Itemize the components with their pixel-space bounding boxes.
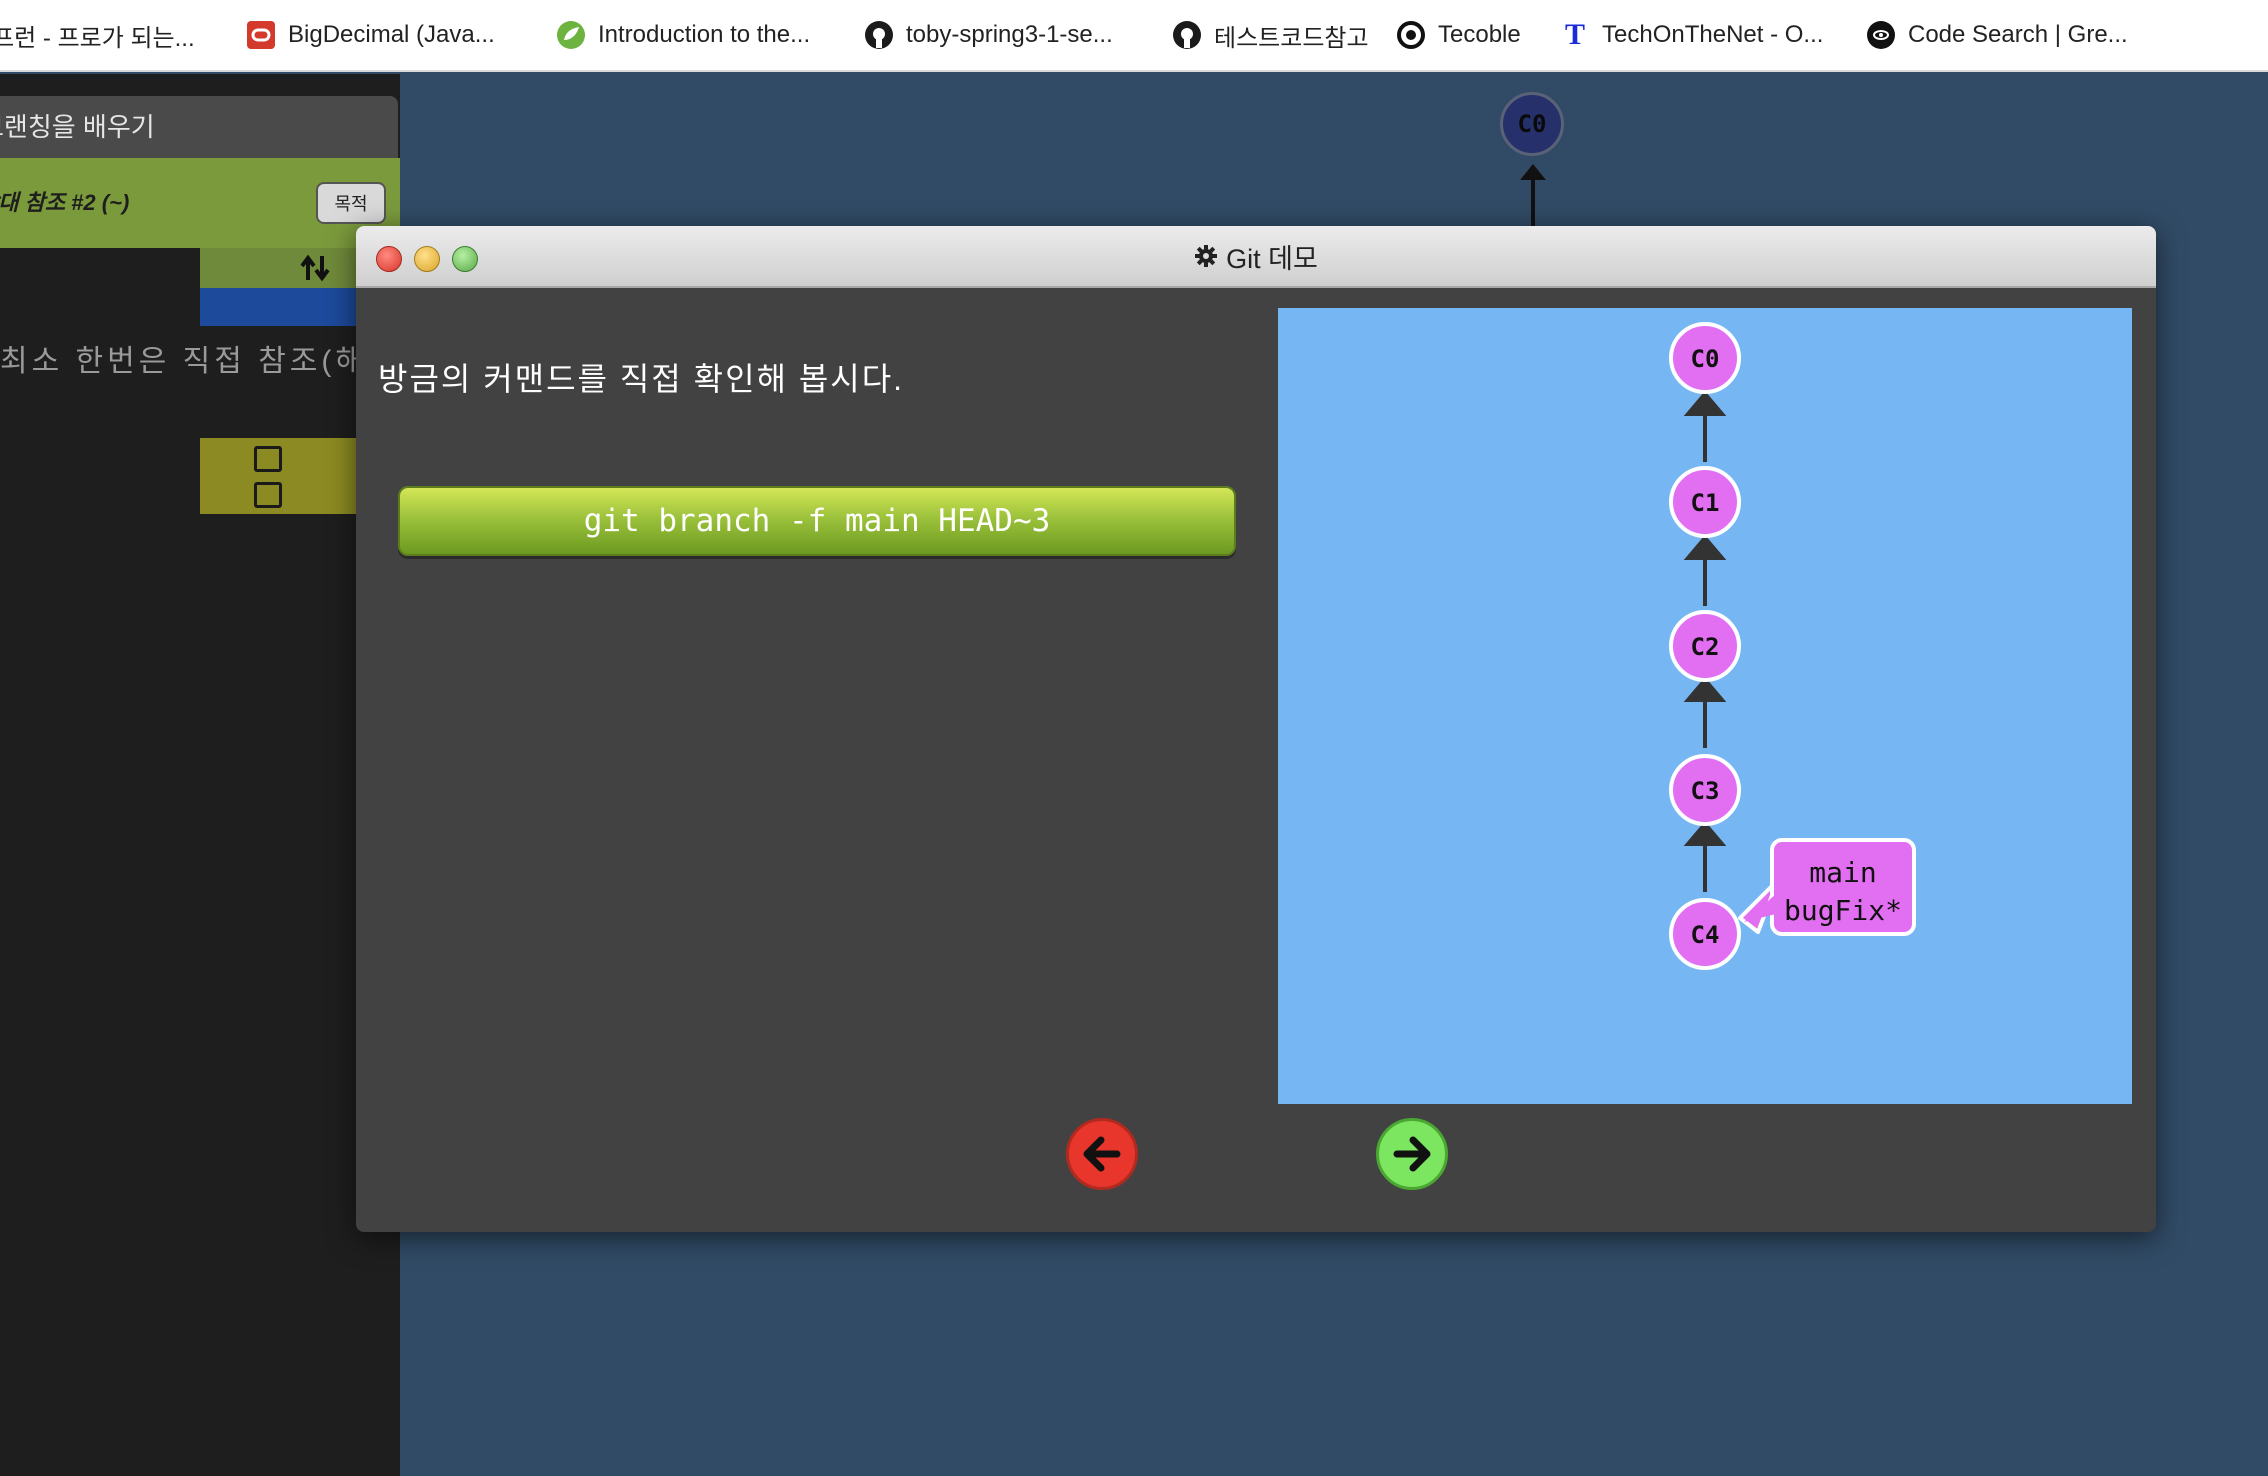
github-icon [1172,20,1202,50]
branch-label[interactable]: main bugFix* [1738,838,1916,936]
commit-node[interactable]: C1 [1669,466,1741,538]
oracle-icon [246,20,276,50]
bookmark-label: TechOnTheNet - O... [1602,21,1824,48]
github-icon [864,20,894,50]
level-sidebar: 브랜칭을 배우기 상대 참조 #2 (~) 목적 최소 한번은 직접 참조(해시 [0,74,400,1476]
dialog-title-text: Git 데모 [1226,243,1318,274]
techonthenet-icon: T [1564,18,1585,51]
branch-name-bugfix: bugFix* [1784,894,1902,927]
commit-label: C1 [1691,489,1720,517]
checkbox-icon[interactable] [254,446,282,472]
bookmark-label: toby-spring3-1-se... [906,21,1113,48]
commit-label: C3 [1691,777,1720,805]
bookmark-inflearn[interactable]: 인프런 - 프로가 되는... [0,0,195,71]
run-command-button[interactable]: git branch -f main HEAD~3 [398,486,1236,556]
gear-icon [1194,244,1218,268]
previous-button[interactable] [1066,1118,1138,1190]
commit-label: C0 [1691,345,1720,373]
dialog-titlebar: Git 데모 [356,226,2156,288]
bookmark-label: Tecoble [1438,21,1521,48]
commit-node[interactable]: C4 [1669,898,1741,970]
checkbox-icon[interactable] [254,482,282,508]
bookmark-toby-spring[interactable]: toby-spring3-1-se... [864,0,1113,71]
spring-icon [556,20,586,50]
bookmark-label: BigDecimal (Java... [288,21,495,48]
commit-node[interactable]: C2 [1669,610,1741,682]
bookmark-label: 테스트코드참고 [1214,24,1369,52]
commit-label: C4 [1691,921,1720,949]
arrow-left-icon [1083,1136,1121,1172]
level-name: 상대 참조 #2 (~) [0,190,130,215]
commit-node[interactable]: C3 [1669,754,1741,826]
bookmark-code-search[interactable]: Code Search | Gre... [1866,0,2128,71]
arrow-right-icon [1393,1136,1431,1172]
bookmark-introduction[interactable]: Introduction to the... [556,0,810,71]
git-graph: C0 C1 C2 C3 C4 main bugFix* [1669,322,1916,970]
git-demo-dialog: Git 데모 방금의 커맨드를 직접 확인해 봅시다. git branch -… [356,226,2156,1232]
branch-name-main: main [1809,856,1876,889]
bookmark-label: 인프런 - 프로가 되는... [0,24,195,52]
bookmark-techonthenet[interactable]: T TechOnTheNet - O... [1560,0,1823,71]
next-button[interactable] [1376,1118,1448,1190]
bookmark-label: Introduction to the... [598,21,811,48]
commit-node[interactable]: C0 [1669,322,1741,394]
tecoble-icon [1396,20,1426,50]
grepper-icon [1866,20,1896,50]
swap-icon[interactable] [300,254,330,282]
level-description: 최소 한번은 직접 참조(해시 [0,345,399,378]
bookmark-bigdecimal[interactable]: BigDecimal (Java... [246,0,495,71]
demo-prompt: 방금의 커맨드를 직접 확인해 봅시다. [378,361,905,397]
sidebar-header: 브랜칭을 배우기 [0,96,398,158]
git-graph-visualization: C0 C1 C2 C3 C4 main bugFix* [1278,308,2132,1104]
dialog-title: Git 데모 [356,226,2156,286]
bookmark-label: Code Search | Gre... [1908,21,2128,48]
background-edge [1520,164,1546,228]
goal-button[interactable]: 목적 [316,182,386,224]
bookmark-tecoble[interactable]: Tecoble [1396,0,1521,71]
bookmarks-bar: 인프런 - 프로가 되는... BigDecimal (Java... Intr… [0,0,2268,72]
sidebar-header-title: 브랜칭을 배우기 [0,112,155,142]
background-commit-node: C0 [1500,92,1564,156]
commit-label: C2 [1691,633,1720,661]
bookmark-test-code[interactable]: 테스트코드참고 [1172,0,1369,71]
